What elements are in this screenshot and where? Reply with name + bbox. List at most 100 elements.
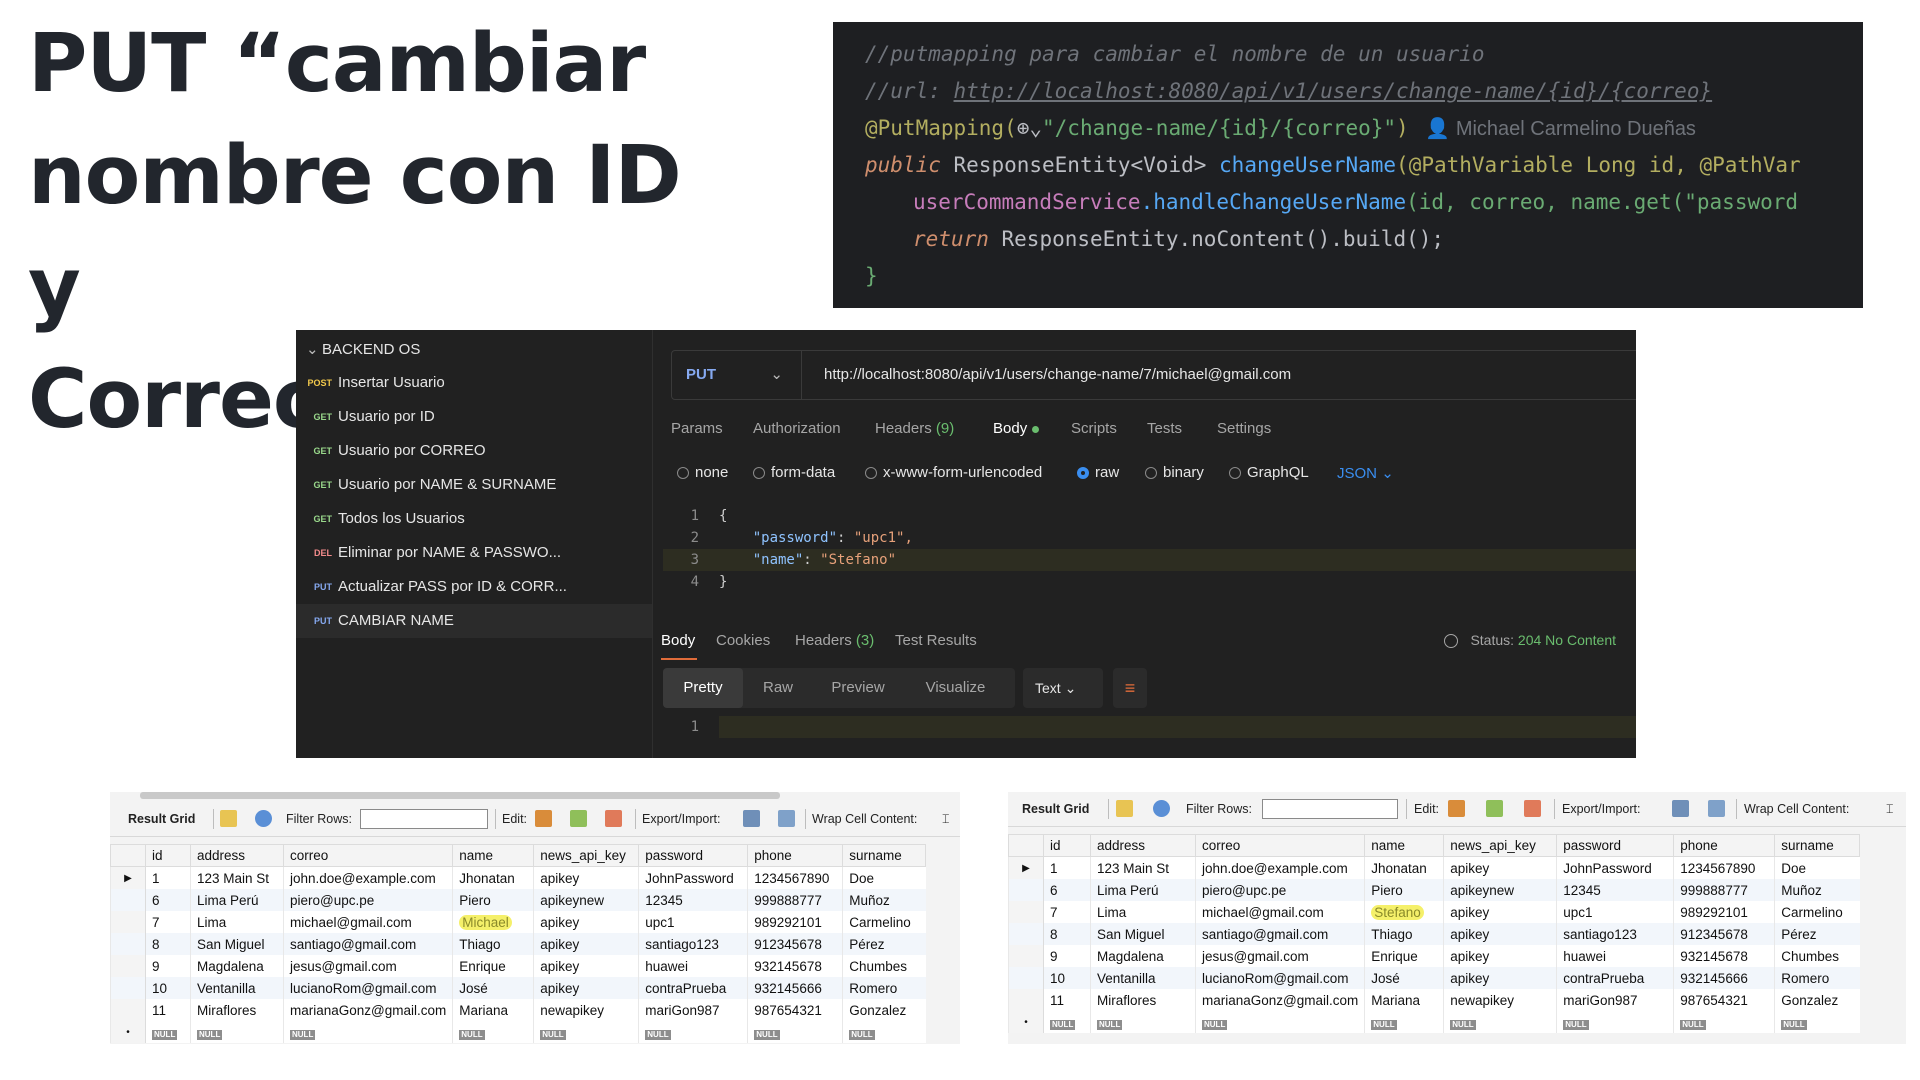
- table-cell-correo[interactable]: john.doe@example.com: [282, 866, 453, 889]
- new-row[interactable]: • NULL NULL NULL NULL NULL NULL NULL NULL: [1008, 1011, 1860, 1033]
- table-cell-news-api-key[interactable]: apikeynew: [533, 889, 639, 911]
- table-cell-news-api-key[interactable]: apikey: [533, 911, 639, 933]
- table-row[interactable]: ▶ 1 123 Main St john.doe@example.com Jhonata…: [110, 866, 926, 889]
- table-row[interactable]: 8 San Miguel santiago@gmail.com Thiago apike…: [1008, 923, 1860, 945]
- table-row[interactable]: 8 San Miguel santiago@gmail.com Thiago apike…: [110, 933, 926, 955]
- wrap-cell-icon[interactable]: ⌶: [942, 802, 950, 836]
- table-row[interactable]: 9 Magdalena jesus@gmail.com Enrique apikey hu…: [110, 955, 926, 977]
- import-icon[interactable]: [778, 810, 795, 827]
- tab-settings[interactable]: Settings: [1217, 420, 1271, 437]
- table-cell-news-api-key[interactable]: apikey: [1443, 856, 1557, 879]
- table-row[interactable]: 6 Lima Perú piero@upc.pe Piero apikeynew 1234…: [1008, 879, 1860, 901]
- table-cell-phone[interactable]: 1234567890: [747, 866, 843, 889]
- table-cell-name[interactable]: José: [1364, 967, 1444, 989]
- table-cell-correo[interactable]: santiago@gmail.com: [282, 933, 453, 955]
- table-cell-surname[interactable]: Chumbes: [1774, 945, 1860, 967]
- request-item-cambiar-name[interactable]: PUT CAMBIAR NAME: [296, 604, 652, 638]
- table-row[interactable]: 6 Lima Perú piero@upc.pe Piero apikeynew 1234…: [110, 889, 926, 911]
- table-cell-phone[interactable]: 999888777: [747, 889, 843, 911]
- null-cell[interactable]: NULL: [1556, 1011, 1674, 1033]
- resp-tab-cookies[interactable]: Cookies: [716, 632, 770, 649]
- table-row[interactable]: 7 Lima michael@gmail.com Stefano apikey upc1 9…: [1008, 901, 1860, 923]
- resp-tab-body[interactable]: Body: [661, 632, 695, 649]
- column-header-address[interactable]: address: [1090, 834, 1196, 857]
- table-cell-surname[interactable]: Chumbes: [842, 955, 926, 977]
- table-cell-surname[interactable]: Pérez: [842, 933, 926, 955]
- table-cell-correo[interactable]: marianaGonz@gmail.com: [1194, 989, 1365, 1011]
- grid-view-icon[interactable]: [1116, 800, 1133, 817]
- column-header-phone[interactable]: phone: [747, 844, 844, 867]
- table-cell-surname[interactable]: Carmelino: [842, 911, 926, 933]
- table-row[interactable]: 11 Miraflores marianaGonz@gmail.com Mariana…: [1008, 989, 1860, 1011]
- new-row[interactable]: • NULL NULL NULL NULL NULL NULL NULL NULL: [110, 1021, 926, 1043]
- table-cell-password[interactable]: santiago123: [638, 933, 748, 955]
- radio-form-data[interactable]: form-data: [753, 464, 835, 481]
- table-cell-phone[interactable]: 999888777: [1673, 879, 1775, 901]
- table-cell-correo[interactable]: santiago@gmail.com: [1194, 923, 1365, 945]
- table-cell-correo[interactable]: piero@upc.pe: [282, 889, 453, 911]
- refresh-icon[interactable]: [1153, 800, 1170, 817]
- table-cell-password[interactable]: huawei: [638, 955, 748, 977]
- null-cell[interactable]: NULL: [190, 1021, 284, 1043]
- column-header-correo[interactable]: correo: [282, 844, 454, 867]
- add-row-icon[interactable]: [1486, 800, 1503, 817]
- table-cell-news-api-key[interactable]: newapikey: [1443, 989, 1557, 1011]
- table-cell-id[interactable]: 8: [1043, 923, 1091, 945]
- column-header-news-api-key[interactable]: news_api_key: [533, 844, 640, 867]
- view-pretty-button[interactable]: Pretty: [663, 668, 743, 708]
- null-cell[interactable]: NULL: [638, 1021, 748, 1043]
- table-cell-name[interactable]: Enrique: [452, 955, 534, 977]
- table-cell-news-api-key[interactable]: apikey: [533, 866, 639, 889]
- tab-tests[interactable]: Tests: [1147, 420, 1182, 437]
- table-cell-address[interactable]: 123 Main St: [190, 866, 284, 889]
- import-icon[interactable]: [1708, 800, 1725, 817]
- null-cell[interactable]: NULL: [842, 1021, 926, 1043]
- table-cell-phone[interactable]: 1234567890: [1673, 856, 1775, 879]
- table-cell-correo[interactable]: jesus@gmail.com: [1194, 945, 1365, 967]
- request-item-todos[interactable]: GET Todos los Usuarios: [296, 502, 652, 536]
- globe-icon[interactable]: ⊕⌄: [1017, 116, 1042, 140]
- null-cell[interactable]: NULL: [1090, 1011, 1196, 1033]
- table-cell-name[interactable]: Thiago: [452, 933, 534, 955]
- table-cell-id[interactable]: 11: [1043, 989, 1091, 1011]
- table-cell-address[interactable]: Lima: [190, 911, 284, 933]
- table-cell-correo[interactable]: john.doe@example.com: [1194, 856, 1365, 879]
- refresh-icon[interactable]: [255, 810, 272, 827]
- table-cell-password[interactable]: mariGon987: [1556, 989, 1674, 1011]
- table-cell-phone[interactable]: 912345678: [1673, 923, 1775, 945]
- edit-row-icon[interactable]: [1448, 800, 1465, 817]
- table-cell-phone[interactable]: 989292101: [1673, 901, 1775, 923]
- view-visualize-button[interactable]: Visualize: [903, 668, 1008, 708]
- table-cell-surname[interactable]: Carmelino: [1774, 901, 1860, 923]
- table-cell-surname[interactable]: Doe: [1774, 856, 1860, 879]
- column-header-id[interactable]: id: [1043, 834, 1091, 857]
- table-cell-phone[interactable]: 987654321: [1673, 989, 1775, 1011]
- table-cell-password[interactable]: 12345: [1556, 879, 1674, 901]
- radio-none[interactable]: none: [677, 464, 728, 481]
- null-cell[interactable]: NULL: [145, 1021, 191, 1043]
- null-cell[interactable]: NULL: [747, 1021, 843, 1043]
- add-row-icon[interactable]: [570, 810, 587, 827]
- filter-rows-input[interactable]: [1262, 799, 1398, 819]
- tab-params[interactable]: Params: [671, 420, 723, 437]
- table-cell-name[interactable]: Piero: [1364, 879, 1444, 901]
- grid-view-icon[interactable]: [220, 810, 237, 827]
- table-cell-surname[interactable]: Romero: [1774, 967, 1860, 989]
- table-cell-id[interactable]: 9: [145, 955, 191, 977]
- table-cell-surname[interactable]: Gonzalez: [842, 999, 926, 1021]
- tab-headers[interactable]: Headers (9): [875, 420, 954, 437]
- table-cell-phone[interactable]: 932145678: [1673, 945, 1775, 967]
- wrap-lines-icon[interactable]: ≡: [1113, 668, 1147, 708]
- table-cell-address[interactable]: Ventanilla: [190, 977, 284, 999]
- table-cell-phone[interactable]: 932145666: [747, 977, 843, 999]
- table-cell-surname[interactable]: Romero: [842, 977, 926, 999]
- table-cell-id[interactable]: 7: [145, 911, 191, 933]
- null-cell[interactable]: NULL: [1194, 1011, 1365, 1033]
- request-item-por-correo[interactable]: GET Usuario por CORREO: [296, 434, 652, 468]
- resp-tab-headers[interactable]: Headers (3): [795, 632, 874, 649]
- filter-rows-input[interactable]: [360, 809, 488, 829]
- table-cell-surname[interactable]: Pérez: [1774, 923, 1860, 945]
- table-cell-address[interactable]: Ventanilla: [1090, 967, 1196, 989]
- table-cell-password[interactable]: JohnPassword: [638, 866, 748, 889]
- table-cell-id[interactable]: 1: [1043, 856, 1091, 879]
